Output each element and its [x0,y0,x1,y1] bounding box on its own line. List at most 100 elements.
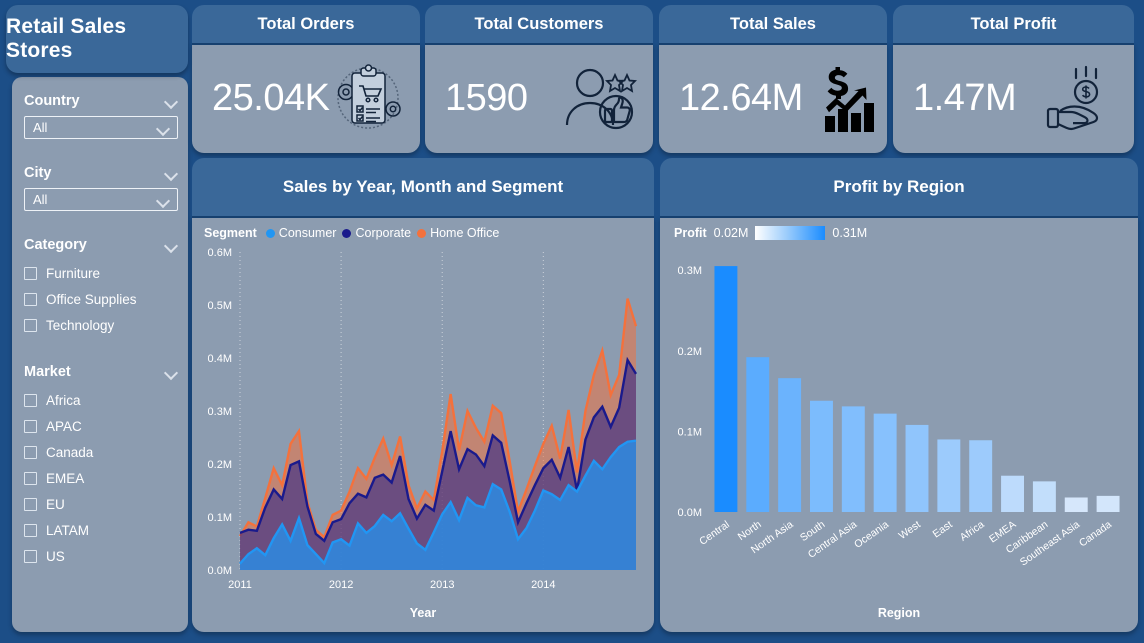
kpi-card-total-orders[interactable]: Total Orders 25.04K [192,5,420,153]
svg-text:Oceania: Oceania [852,518,891,550]
chevron-down-icon[interactable] [165,97,178,105]
country-dropdown-value: All [33,120,48,135]
kpi-title: Total Orders [192,5,420,43]
kpi-value: 12.64M [679,76,803,119]
checkbox-label: APAC [46,418,82,434]
legend-min-value: 0.02M [713,226,749,240]
legend-title: Segment [204,226,257,240]
legend-title: Profit [674,226,707,240]
checkbox-icon[interactable] [24,393,37,407]
kpi-value: 1.47M [913,76,1017,119]
kpi-card-total-sales[interactable]: Total Sales 12.64M [659,5,887,153]
gradient-bar-icon [755,226,826,240]
svg-text:0.6M: 0.6M [208,247,232,259]
checkbox-label: Canada [46,444,94,460]
checkbox-label: Technology [46,317,115,333]
filter-city-header[interactable]: City [24,165,178,181]
legend-item-home-office[interactable]: Home Office [417,226,499,240]
city-dropdown-value: All [33,192,48,207]
checkbox-technology[interactable]: Technology [24,312,178,338]
filter-country: Country All [24,93,178,139]
checkbox-icon[interactable] [24,292,37,306]
kpi-card-total-customers[interactable]: Total Customers 1590 [425,5,653,153]
chevron-down-icon[interactable] [165,241,178,249]
country-dropdown[interactable]: All [24,116,178,139]
svg-text:2012: 2012 [329,579,353,591]
profit-gradient-legend: Profit 0.02M 0.31M [674,226,867,240]
legend-label: Home Office [430,226,500,240]
checkbox-icon[interactable] [24,523,37,537]
kpi-card-total-profit[interactable]: Total Profit 1.47M [893,5,1134,153]
svg-text:0.4M: 0.4M [208,353,232,365]
svg-text:0.2M: 0.2M [678,346,702,358]
svg-text:0.3M: 0.3M [678,265,702,277]
app-title: Retail Sales Stores [6,5,188,73]
kpi-title: Total Sales [659,5,887,43]
chevron-down-icon[interactable] [165,169,178,177]
svg-text:0.5M: 0.5M [208,300,232,312]
chevron-down-icon[interactable] [165,368,178,376]
checkbox-us[interactable]: US [24,543,178,569]
svg-text:Africa: Africa [958,518,987,543]
checkbox-label: LATAM [46,522,90,538]
chart-sales-by-year-month-segment[interactable]: Sales by Year, Month and Segment Segment… [192,158,654,632]
svg-text:0.0M: 0.0M [678,507,702,519]
city-dropdown[interactable]: All [24,188,178,211]
svg-text:0.3M: 0.3M [208,406,232,418]
checkbox-apac[interactable]: APAC [24,413,178,439]
svg-text:West: West [897,518,923,541]
checkbox-label: Furniture [46,265,101,281]
svg-text:0.0M: 0.0M [208,565,232,577]
filter-market: Market Africa APAC Canada EMEA EU LATAM … [24,364,178,569]
filter-country-header[interactable]: Country [24,93,178,109]
legend-max-value: 0.31M [832,226,868,240]
legend-item-consumer[interactable]: Consumer [265,226,336,240]
legend-swatch-icon [265,228,275,238]
filter-city-label: City [24,165,52,181]
legend-swatch-icon [417,228,427,238]
x-axis-title: Year [409,606,437,620]
svg-text:2014: 2014 [531,579,555,591]
area-chart-plot: 0.0M 0.1M 0.2M 0.3M 0.4M 0.5M 0.6M 2011 2012 2013… [208,247,638,591]
checkbox-office-supplies[interactable]: Office Supplies [24,286,178,312]
checkbox-canada[interactable]: Canada [24,439,178,465]
dashboard-page: Retail Sales Stores Country All City All… [0,0,1144,643]
chevron-down-icon [157,196,170,204]
legend-item-corporate[interactable]: Corporate [342,226,411,240]
checkbox-eu[interactable]: EU [24,491,178,517]
chart-title: Sales by Year, Month and Segment [192,158,654,216]
filter-list: Country All City All Category Furniture … [12,77,188,632]
svg-text:Canada: Canada [1077,518,1114,549]
chart-profit-by-region[interactable]: Profit by Region Profit 0.02M 0.31M 0.0M… [660,158,1138,632]
svg-text:2011: 2011 [228,579,252,591]
checkbox-furniture[interactable]: Furniture [24,260,178,286]
filter-category-header[interactable]: Category [24,237,178,253]
filter-market-label: Market [24,364,71,380]
checkbox-icon[interactable] [24,471,37,485]
clipboard-cart-icon [329,59,407,137]
checkbox-label: US [46,548,65,564]
checkbox-emea[interactable]: EMEA [24,465,178,491]
checkbox-icon[interactable] [24,419,37,433]
checkbox-label: Africa [46,392,81,408]
checkbox-latam[interactable]: LATAM [24,517,178,543]
filter-market-header[interactable]: Market [24,364,178,380]
checkbox-africa[interactable]: Africa [24,387,178,413]
checkbox-label: EMEA [46,470,85,486]
svg-text:East: East [931,518,955,540]
kpi-value: 25.04K [212,76,330,119]
filter-category: Category Furniture Office Supplies Techn… [24,237,178,338]
checkbox-icon[interactable] [24,445,37,459]
checkbox-icon[interactable] [24,266,37,280]
svg-text:0.1M: 0.1M [678,426,702,438]
checkbox-label: Office Supplies [46,291,137,307]
chart-title: Profit by Region [660,158,1138,216]
segment-legend: Segment Consumer Corporate Home Office [204,226,499,240]
checkbox-icon[interactable] [24,549,37,563]
svg-text:0.2M: 0.2M [208,459,232,471]
customer-thumbsup-icon [559,59,637,137]
checkbox-icon[interactable] [24,318,37,332]
checkbox-icon[interactable] [24,497,37,511]
filter-country-label: Country [24,93,80,109]
